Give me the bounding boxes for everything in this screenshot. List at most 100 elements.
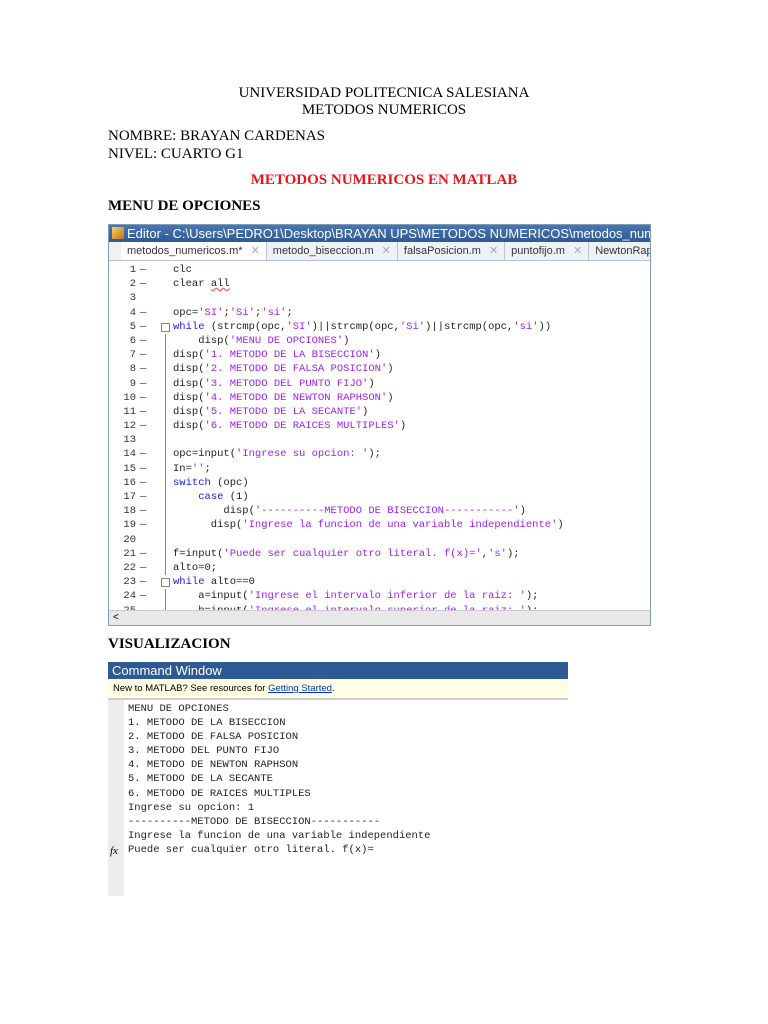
close-tab-icon[interactable]: ✕ (573, 245, 582, 257)
code-line: 5— while (strcmp(opc,'SI')||strcmp(opc,'S… (109, 320, 650, 334)
breakpoint-marker[interactable]: — (140, 589, 146, 603)
fold-line (165, 490, 166, 505)
breakpoint-marker[interactable]: — (140, 348, 146, 362)
editor-tab[interactable]: metodo_biseccion.m ✕ (267, 242, 398, 260)
code-token: ); (368, 448, 381, 461)
command-window-titlebar: Command Window (108, 662, 568, 679)
close-tab-icon[interactable]: ✕ (251, 245, 260, 257)
line-number: 7 (129, 349, 136, 362)
code-token: disp( (173, 519, 243, 532)
editor-tab[interactable]: falsaPosicion.m ✕ (398, 242, 506, 260)
breakpoint-marker[interactable]: — (140, 476, 146, 490)
code-text: disp('4. METODO DE NEWTON RAPHSON') (173, 391, 394, 405)
line-number: 24 (123, 590, 136, 603)
editor-tab[interactable]: NewtonRaphs (589, 242, 650, 260)
output-line: Ingrese la funcion de una variable indep… (128, 829, 431, 842)
breakpoint-marker[interactable]: — (140, 334, 146, 348)
code-token: ) (557, 519, 564, 532)
keyword: case (198, 491, 224, 503)
fold-line (165, 532, 166, 547)
breakpoint-marker[interactable]: — (140, 362, 146, 376)
tab-label: puntofijo.m (511, 245, 565, 257)
code-token: alto==0 (204, 576, 255, 589)
breakpoint-marker[interactable]: — (140, 547, 146, 561)
code-token: a=input( (173, 590, 249, 603)
breakpoint-marker[interactable]: — (140, 419, 146, 433)
string-literal: '' (191, 462, 205, 475)
breakpoint-marker[interactable]: — (140, 575, 146, 589)
breakpoint-marker[interactable]: — (140, 405, 146, 419)
document-title: METODOS NUMERICOS EN MATLAB (250, 172, 518, 188)
close-tab-icon[interactable]: ✕ (489, 245, 498, 257)
breakpoint-marker[interactable]: — (140, 391, 146, 405)
fold-line (165, 333, 166, 349)
section-heading-menu: MENU DE OPCIONES (108, 198, 261, 214)
command-output: MENU DE OPCIONES 1. METODO DE LA BISECCIO… (128, 702, 430, 857)
code-token: ) (387, 391, 394, 404)
horizontal-scrollbar[interactable]: < (109, 610, 650, 625)
code-token: ) (387, 363, 394, 376)
breakpoint-marker[interactable]: — (140, 277, 146, 291)
line-number: 16 (123, 476, 136, 489)
code-token: ; (286, 306, 293, 319)
editor-tab[interactable]: metodos_numericos.m* ✕ (121, 242, 267, 260)
code-token: alto=0; (173, 561, 218, 574)
string-literal: 'Puede ser cualquier otro literal. f(x)=… (223, 547, 482, 560)
code-token: disp( (173, 334, 230, 347)
breakpoint-marker[interactable]: — (140, 518, 146, 532)
breakpoint-marker[interactable]: — (140, 561, 146, 575)
code-text: disp('6. METODO DE RAICES MULTIPLES') (173, 419, 406, 433)
line-number: 3 (129, 292, 136, 305)
breakpoint-marker[interactable]: — (140, 462, 146, 476)
breakpoint-marker[interactable]: — (140, 377, 146, 391)
fx-icon[interactable]: fx (110, 845, 118, 857)
code-token: f=input( (173, 547, 224, 560)
line-number: 8 (129, 363, 136, 376)
code-token: (1) (223, 491, 249, 503)
line-number: 9 (129, 377, 136, 390)
scroll-left-icon[interactable]: < (113, 612, 119, 623)
output-line: 2. METODO DE FALSA POSICION (128, 731, 299, 744)
editor-tab[interactable]: puntofijo.m ✕ (505, 242, 590, 260)
code-text: alto=0; (173, 561, 217, 575)
code-token: )||strcmp(opc, (425, 320, 514, 333)
banner-end: . (331, 683, 335, 694)
tab-label: NewtonRaphs (595, 245, 650, 257)
line-number: 12 (123, 420, 136, 433)
code-line: 7 — disp('1. METODO DE LA BISECCION') (109, 348, 650, 363)
string-literal: 's' (488, 547, 507, 560)
code-text: opc='SI';'Si';'si'; (173, 306, 293, 320)
breakpoint-marker[interactable]: — (140, 490, 146, 504)
string-literal: '1. METODO DE LA BISECCION' (204, 349, 375, 362)
breakpoint-marker[interactable]: — (140, 306, 146, 320)
output-line: 5. METODO DE LA SECANTE (128, 773, 273, 786)
code-token: disp( (173, 391, 205, 404)
fold-line (165, 447, 166, 462)
code-line: 18 — disp('----------METODO DE BISECCION-… (109, 504, 650, 519)
matlab-editor-screenshot: Editor - C:\Users\PEDRO1\Desktop\BRAYAN … (108, 224, 651, 626)
fold-toggle-icon[interactable] (161, 322, 170, 332)
breakpoint-marker[interactable]: — (140, 504, 146, 518)
getting-started-banner: New to MATLAB? See resources for Getting… (108, 679, 568, 700)
code-line: 14 — opc=input('Ingrese su opcion: '); (109, 447, 650, 462)
getting-started-link[interactable]: Getting Started (268, 683, 332, 694)
code-token: (opc) (210, 476, 249, 489)
string-literal: '3. METODO DEL PUNTO FIJO' (204, 377, 369, 390)
close-tab-icon[interactable]: ✕ (382, 245, 391, 257)
string-literal: 'SI' (286, 320, 312, 333)
output-line: Puede ser cualquier otro literal. f(x)= (128, 843, 374, 856)
fold-line (165, 589, 166, 604)
code-text: a=input('Ingrese el intervalo inferior d… (173, 589, 538, 603)
fold-line (165, 390, 166, 405)
breakpoint-marker[interactable]: — (140, 447, 146, 461)
line-number: 11 (123, 405, 136, 418)
code-line: 16 — switch (opc) (109, 475, 650, 490)
fold-toggle-icon[interactable] (161, 578, 170, 588)
breakpoint-marker[interactable]: — (140, 320, 146, 334)
code-line: 10 — disp('4. METODO DE NEWTON RAPHSON') (109, 390, 650, 405)
code-token: disp( (173, 363, 205, 376)
breakpoint-marker[interactable]: — (140, 263, 146, 277)
string-literal: '5. METODO DE LA SECANTE' (204, 405, 363, 418)
fold-line (165, 376, 166, 391)
